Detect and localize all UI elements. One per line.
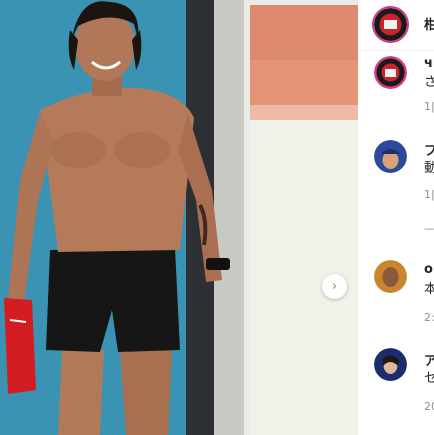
comment-username[interactable]: o [424, 262, 433, 277]
comment-text: 動 [424, 161, 434, 176]
post-header: 柑 [358, 0, 434, 50]
author-avatar[interactable] [372, 6, 409, 43]
man-cap-icon [374, 140, 407, 173]
comment-time: 20 [424, 400, 434, 413]
team-crest-icon [374, 56, 407, 89]
comments-panel: 柑 чi さ 1| フ 動 1| — [358, 0, 434, 435]
comment-time: 1| [424, 188, 434, 201]
comment-item: ア セ 20 [358, 348, 434, 418]
team-crest-avatar[interactable] [374, 56, 407, 89]
comment-text: 本 [424, 282, 434, 297]
header-divider [358, 50, 434, 51]
comment-item: чi さ 1| [358, 56, 434, 126]
team-crest-icon [374, 8, 407, 41]
comment-item: フ 動 1| — [358, 140, 434, 240]
comment-time: 1| [424, 100, 434, 113]
man-portrait-avatar[interactable] [374, 260, 407, 293]
person-portrait-avatar[interactable] [374, 348, 407, 381]
comment-text: セ [424, 371, 434, 386]
chevron-right-icon: › [331, 279, 338, 294]
man-portrait-icon [374, 260, 407, 293]
comment-item: o 本 2: [358, 260, 434, 330]
post-photo: › [0, 0, 358, 435]
author-username[interactable]: 柑 [424, 14, 434, 33]
comment-username[interactable]: чi [424, 56, 434, 71]
comment-time: 2: [424, 311, 434, 324]
view-replies-line[interactable]: — [424, 222, 434, 235]
person-portrait-icon [374, 348, 407, 381]
comment-text: さ [424, 75, 434, 90]
man-cap-avatar[interactable] [374, 140, 407, 173]
carousel-next-button[interactable]: › [322, 274, 347, 299]
post-photo-illustration [0, 0, 358, 435]
